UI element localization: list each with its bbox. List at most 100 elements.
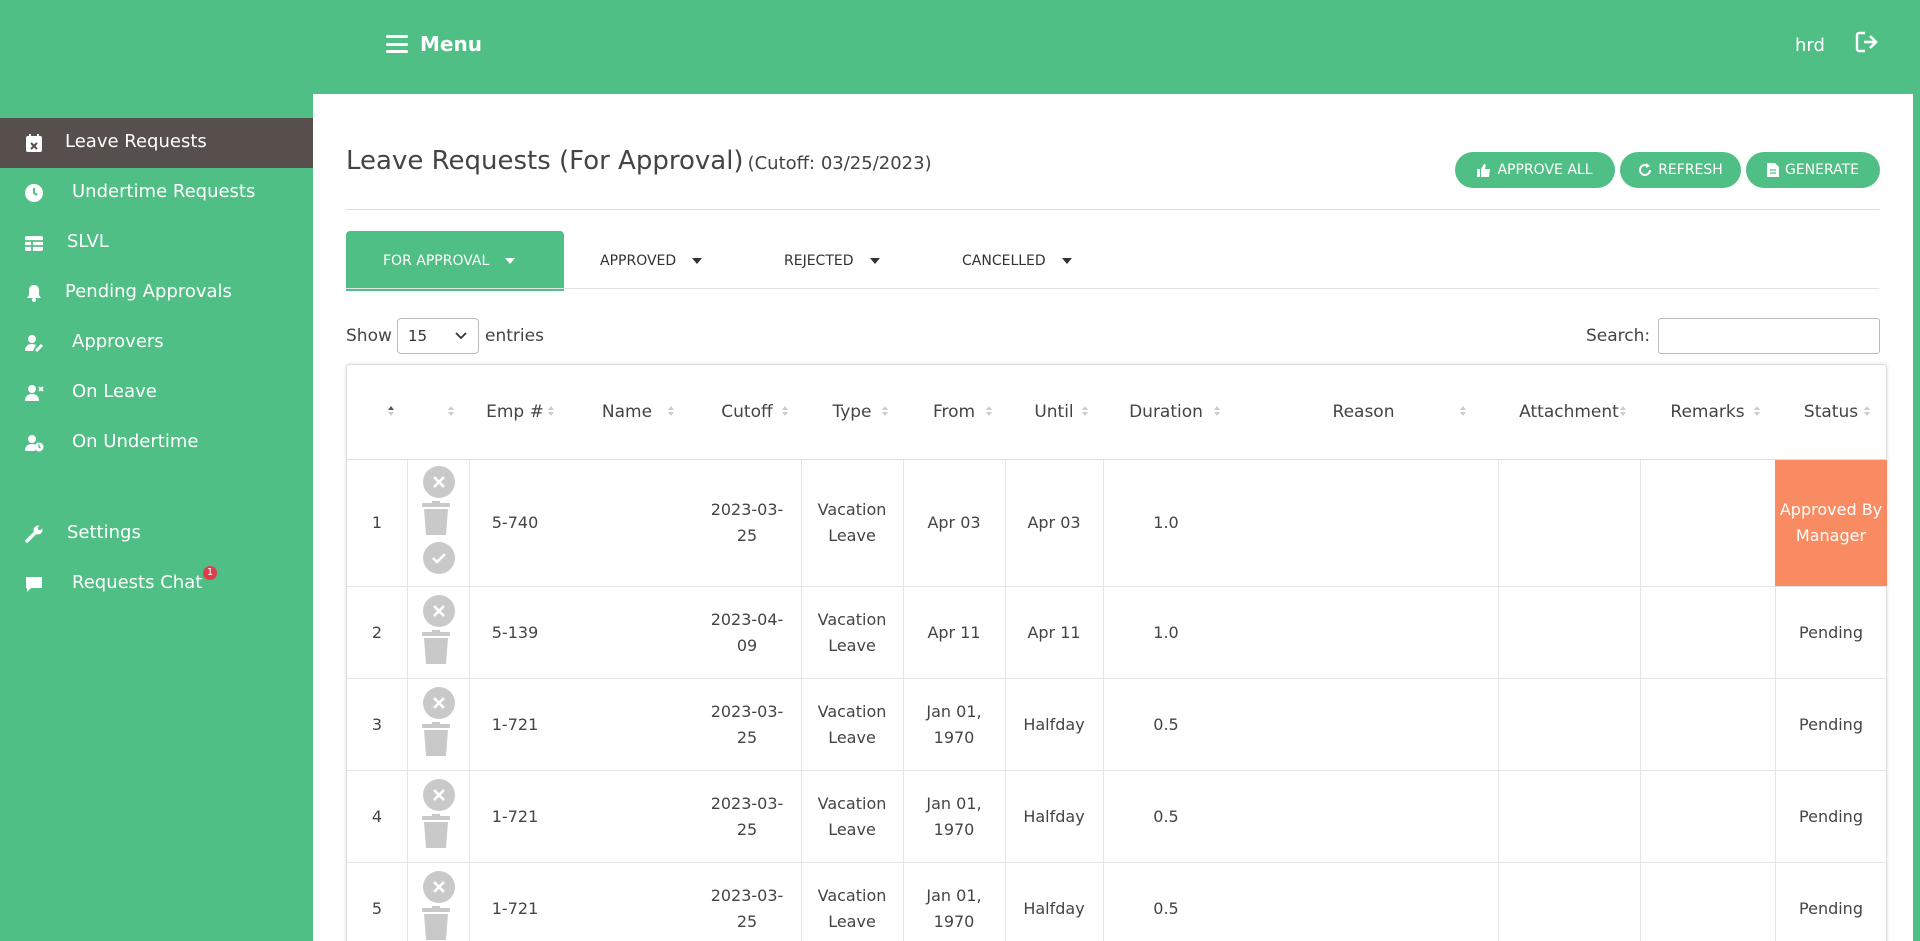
menu-toggle-button[interactable]: Menu bbox=[386, 32, 482, 56]
cell-from: Jan 01, 1970 bbox=[926, 793, 982, 839]
sidebar-item-leave-requests[interactable]: Leave Requests bbox=[0, 118, 313, 168]
reject-button[interactable] bbox=[423, 871, 455, 903]
show-label: Show bbox=[346, 326, 392, 346]
cell-until: Halfday bbox=[1023, 806, 1085, 826]
table-row[interactable]: 5 1-721 2023-03-25 Vacation Leave Jan 01… bbox=[347, 863, 1886, 941]
cell-cutoff: 2023-03-25 bbox=[710, 701, 784, 747]
cell-attachment bbox=[1498, 771, 1640, 862]
sidebar: Leave Requests Undertime Requests SLVL P… bbox=[0, 118, 313, 609]
cell-until: Halfday bbox=[1023, 714, 1085, 734]
row-actions bbox=[421, 871, 457, 941]
cell-attachment bbox=[1498, 679, 1640, 770]
cell-remarks bbox=[1640, 460, 1775, 586]
tab-for-approval[interactable]: FOR APPROVAL bbox=[346, 231, 564, 291]
sidebar-item-undertime-requests[interactable]: Undertime Requests bbox=[0, 168, 313, 218]
tab-cancelled[interactable]: CANCELLED bbox=[962, 231, 1072, 291]
sort-icon[interactable] bbox=[387, 403, 395, 419]
cell-remarks bbox=[1640, 771, 1775, 862]
page-title-text: Leave Requests (For Approval) bbox=[346, 146, 744, 176]
user-name[interactable]: hrd bbox=[1795, 35, 1825, 56]
approve-button[interactable] bbox=[423, 542, 455, 574]
generate-button[interactable]: GENERATE bbox=[1746, 152, 1880, 188]
approve-all-button[interactable]: APPROVE ALL bbox=[1455, 152, 1615, 188]
reject-button[interactable] bbox=[423, 779, 455, 811]
cell-name bbox=[561, 771, 693, 862]
cell-cutoff: 2023-03-25 bbox=[710, 793, 784, 839]
reject-button[interactable] bbox=[423, 466, 455, 498]
sort-icon[interactable] bbox=[1619, 403, 1627, 419]
table-row[interactable]: 4 1-721 2023-03-25 Vacation Leave Jan 01… bbox=[347, 771, 1886, 863]
trash-icon[interactable] bbox=[421, 814, 451, 848]
sort-icon[interactable] bbox=[667, 403, 675, 419]
notification-badge: 1 bbox=[203, 566, 217, 580]
top-bar: Menu hrd bbox=[0, 0, 1920, 94]
logout-icon[interactable] bbox=[1855, 30, 1881, 54]
cell-name bbox=[561, 863, 693, 941]
cell-emp: 1-721 bbox=[491, 806, 539, 826]
reject-button[interactable] bbox=[423, 595, 455, 627]
table-row[interactable]: 2 5-139 2023-04-09 Vacation Leave Apr 11… bbox=[347, 587, 1886, 679]
sort-icon[interactable] bbox=[447, 403, 455, 419]
cell-from: Jan 01, 1970 bbox=[926, 885, 982, 931]
sidebar-item-on-undertime[interactable]: On Undertime bbox=[0, 418, 313, 468]
tab-approved[interactable]: APPROVED bbox=[600, 231, 703, 291]
sort-icon[interactable] bbox=[1213, 403, 1221, 419]
hamburger-icon bbox=[386, 35, 408, 53]
column-header-duration[interactable]: Duration bbox=[1103, 365, 1229, 459]
search-input[interactable] bbox=[1658, 318, 1880, 354]
user-times-icon bbox=[25, 385, 44, 401]
sidebar-item-label: Undertime Requests bbox=[72, 181, 256, 202]
sidebar-item-label: Requests Chat bbox=[72, 572, 203, 593]
sort-icon[interactable] bbox=[547, 403, 555, 419]
sort-icon[interactable] bbox=[781, 403, 789, 419]
column-header-reason[interactable]: Reason bbox=[1229, 365, 1498, 459]
sidebar-item-pending-approvals[interactable]: Pending Approvals bbox=[0, 268, 313, 318]
trash-icon[interactable] bbox=[421, 722, 451, 756]
cell-emp: 5-139 bbox=[491, 622, 539, 642]
cell-duration: 0.5 bbox=[1153, 714, 1179, 734]
trash-icon[interactable] bbox=[421, 906, 451, 940]
bell-icon bbox=[27, 285, 41, 302]
column-divider bbox=[407, 679, 408, 770]
column-divider bbox=[407, 863, 408, 941]
entries-select[interactable]: 15 bbox=[397, 318, 479, 354]
tab-label: CANCELLED bbox=[962, 253, 1046, 269]
cell-type: Vacation Leave bbox=[817, 701, 887, 747]
sidebar-item-on-leave[interactable]: On Leave bbox=[0, 368, 313, 418]
cell-until: Halfday bbox=[1023, 898, 1085, 918]
refresh-button[interactable]: REFRESH bbox=[1620, 152, 1741, 188]
reject-button[interactable] bbox=[423, 687, 455, 719]
sidebar-item-settings[interactable]: Settings bbox=[0, 509, 313, 559]
entries-label: entries bbox=[485, 326, 544, 346]
column-header-index[interactable] bbox=[347, 365, 407, 459]
sidebar-item-approvers[interactable]: Approvers bbox=[0, 318, 313, 368]
sort-icon[interactable] bbox=[1081, 403, 1089, 419]
trash-icon[interactable] bbox=[421, 501, 451, 535]
main-content: Leave Requests (For Approval) (Cutoff: 03… bbox=[313, 94, 1913, 941]
cell-duration: 0.5 bbox=[1153, 806, 1179, 826]
sidebar-item-slvl[interactable]: SLVL bbox=[0, 218, 313, 268]
sidebar-item-label: Leave Requests bbox=[65, 131, 207, 152]
sort-icon[interactable] bbox=[1753, 403, 1761, 419]
table-row[interactable]: 1 5-740 2023-03-25 Vacation Leave Apr 03… bbox=[347, 460, 1887, 587]
tab-label: APPROVED bbox=[600, 253, 677, 269]
column-header-actions[interactable] bbox=[407, 365, 469, 459]
sidebar-item-label: On Leave bbox=[72, 381, 157, 402]
chevron-down-icon bbox=[455, 332, 467, 340]
cell-from: Apr 03 bbox=[927, 513, 981, 533]
sort-icon[interactable] bbox=[985, 403, 993, 419]
cell-until: Apr 11 bbox=[1027, 622, 1081, 642]
divider bbox=[346, 209, 1879, 210]
sort-icon[interactable] bbox=[1863, 403, 1871, 419]
column-divider bbox=[407, 587, 408, 678]
cell-cutoff: 2023-03-25 bbox=[710, 885, 784, 931]
close-icon bbox=[433, 789, 445, 801]
trash-icon[interactable] bbox=[421, 630, 451, 664]
status-badge: Pending bbox=[1799, 898, 1863, 918]
tab-rejected[interactable]: REJECTED bbox=[784, 231, 880, 291]
table-row[interactable]: 3 1-721 2023-03-25 Vacation Leave Jan 01… bbox=[347, 679, 1886, 771]
sort-icon[interactable] bbox=[1459, 403, 1467, 419]
cell-reason bbox=[1229, 771, 1498, 862]
sidebar-item-requests-chat[interactable]: Requests Chat 1 bbox=[0, 559, 313, 609]
sort-icon[interactable] bbox=[881, 403, 889, 419]
